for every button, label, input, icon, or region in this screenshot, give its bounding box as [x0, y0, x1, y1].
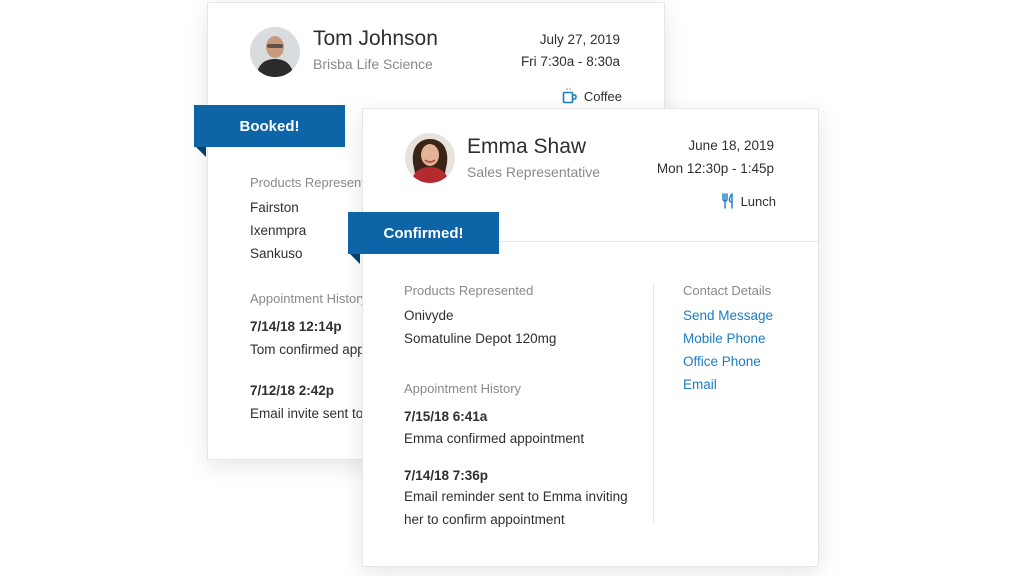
product-item: Sankuso [250, 246, 303, 261]
history-timestamp: 7/15/18 6:41a [404, 409, 488, 424]
contact-title: Sales Representative [467, 164, 601, 180]
contact-details-label: Contact Details [683, 283, 772, 298]
meal-label: Lunch [740, 193, 776, 209]
avatar [250, 27, 300, 77]
company-name: Brisba Life Science [313, 56, 433, 72]
product-item: Fairston [250, 200, 299, 215]
email-link[interactable]: Email [683, 377, 717, 392]
coffee-cup-icon [562, 87, 578, 105]
fork-knife-icon [721, 193, 735, 209]
meal-label: Coffee [583, 88, 622, 104]
history-text: her to confirm appointment [404, 512, 565, 527]
column-divider [653, 283, 654, 523]
product-item: Onivyde [404, 308, 454, 323]
appointment-time: Mon 12:30p - 1:45p [656, 161, 774, 176]
history-label: Appointment History [404, 381, 522, 396]
product-item: Somatuline Depot 120mg [404, 331, 557, 346]
appointment-date: June 18, 2019 [688, 138, 774, 153]
history-timestamp: 7/14/18 12:14p [250, 319, 342, 334]
ribbon-fold [196, 147, 206, 157]
products-label: Products Represented [404, 283, 534, 298]
meal-type: Coffee [562, 87, 622, 105]
avatar [405, 133, 455, 183]
office-phone-link[interactable]: Office Phone [683, 354, 761, 369]
contact-name: Emma Shaw [467, 135, 587, 158]
meal-type: Lunch [721, 193, 776, 209]
appointment-card-emma[interactable]: Emma Shaw Sales Representative June 18, … [362, 108, 819, 567]
history-text: Email reminder sent to Emma inviting [404, 489, 628, 504]
history-timestamp: 7/14/18 7:36p [404, 468, 489, 483]
ribbon-fold [350, 254, 360, 264]
history-label: Appointment History [250, 291, 368, 306]
appointment-time: Fri 7:30a - 8:30a [520, 54, 620, 69]
appointment-date: July 27, 2019 [539, 32, 620, 47]
mobile-phone-link[interactable]: Mobile Phone [683, 331, 766, 346]
status-badge-booked: Booked! [194, 105, 345, 147]
history-timestamp: 7/12/18 2:42p [250, 383, 335, 398]
send-message-link[interactable]: Send Message [683, 308, 773, 323]
contact-name: Tom Johnson [313, 27, 438, 50]
product-item: Ixenmpra [250, 223, 307, 238]
history-text: Emma confirmed appointment [404, 431, 585, 446]
products-label: Products Represented [250, 175, 380, 190]
status-badge-confirmed: Confirmed! [348, 212, 499, 254]
